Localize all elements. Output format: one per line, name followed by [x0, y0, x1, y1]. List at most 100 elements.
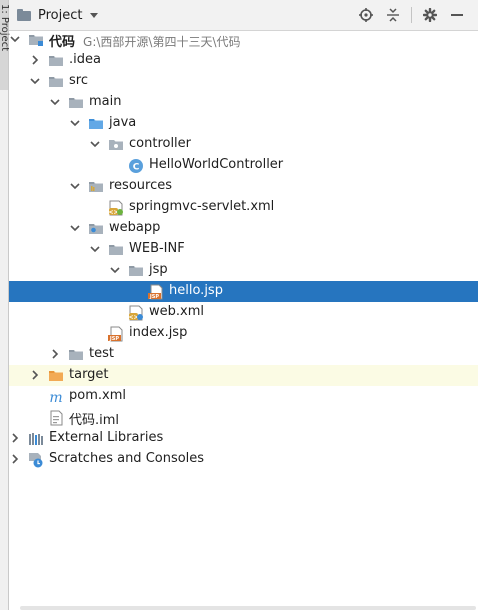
chevron-down-icon[interactable] — [89, 138, 101, 150]
tree-row[interactable]: 代码 G:\西部开源\第四十三天\代码 — [9, 29, 478, 50]
chevron-down-icon[interactable] — [69, 117, 81, 129]
tree-row[interactable]: jsp — [9, 260, 478, 281]
tree-item-label: main — [89, 94, 122, 109]
tree-item-label: jsp — [149, 262, 168, 277]
chevron-down-icon — [90, 12, 99, 18]
locate-file-button[interactable] — [357, 6, 375, 24]
horizontal-scrollbar[interactable] — [20, 606, 476, 610]
folder-blue-icon — [88, 116, 104, 132]
svg-text:C: C — [133, 163, 140, 173]
settings-button[interactable] — [421, 6, 439, 24]
tree-row[interactable]: controller — [9, 134, 478, 155]
web-xml-icon: <> — [128, 305, 144, 321]
minimize-icon — [451, 14, 463, 16]
chevron-down-icon[interactable] — [49, 96, 61, 108]
tree-row[interactable]: JSP hello.jsp — [9, 281, 478, 302]
folder-gray-icon — [48, 74, 64, 90]
tree-item-label: WEB-INF — [129, 241, 185, 256]
tree-row[interactable]: resources — [9, 176, 478, 197]
folder-gray-icon — [68, 347, 84, 363]
collapse-all-button[interactable] — [384, 6, 402, 24]
tree-row[interactable]: src — [9, 71, 478, 92]
chevron-down-icon[interactable] — [9, 33, 21, 45]
tree-row[interactable]: <> springmvc-servlet.xml — [9, 197, 478, 218]
tree-item-label: webapp — [109, 220, 161, 235]
tree-item-label: target — [69, 367, 109, 382]
tree-item-label: springmvc-servlet.xml — [129, 199, 275, 214]
collapse-all-icon — [387, 8, 399, 22]
folder-gray-icon — [128, 263, 144, 279]
tree-item-label: hello.jsp — [169, 283, 223, 298]
tree-row[interactable]: main — [9, 92, 478, 113]
project-view-title: Project — [38, 7, 83, 23]
project-tool-tab[interactable]: 1: Project — [0, 0, 10, 90]
tree-row[interactable]: JSP index.jsp — [9, 323, 478, 344]
folder-gray-icon — [48, 53, 64, 69]
tree-item-label: Scratches and Consoles — [49, 451, 205, 466]
project-view-selector[interactable]: Project — [17, 0, 99, 30]
tree-item-label: index.jsp — [129, 325, 188, 340]
chevron-down-icon[interactable] — [109, 264, 121, 276]
tree-item-label: .idea — [69, 52, 101, 67]
libraries-icon — [28, 431, 44, 447]
tree-item-label: resources — [109, 178, 173, 193]
folder-gray-icon — [108, 242, 124, 258]
tree-row[interactable]: 代码.iml — [9, 407, 478, 428]
chevron-down-icon[interactable] — [29, 75, 41, 87]
tree-item-label: 代码.iml — [69, 413, 120, 428]
spring-xml-icon: <> — [108, 200, 124, 216]
chevron-right-icon[interactable] — [29, 369, 41, 381]
svg-text:<>: <> — [128, 314, 138, 321]
tree-item-label: 代码 — [49, 35, 76, 50]
tree-row[interactable]: m pom.xml — [9, 386, 478, 407]
folder-resources-icon — [88, 179, 104, 195]
svg-text:m: m — [49, 390, 62, 405]
svg-text:JSP: JSP — [149, 294, 159, 300]
tree-item-label: web.xml — [149, 304, 204, 319]
tree-row[interactable]: C HelloWorldController — [9, 155, 478, 176]
tree-row[interactable]: test — [9, 344, 478, 365]
scratches-icon — [28, 452, 44, 468]
chevron-down-icon[interactable] — [89, 243, 101, 255]
tree-row[interactable]: WEB-INF — [9, 239, 478, 260]
chevron-down-icon[interactable] — [69, 222, 81, 234]
folder-web-icon — [88, 221, 104, 237]
tree-item-label: src — [69, 73, 88, 88]
maven-m-icon: m — [48, 389, 64, 406]
tree-row[interactable]: target — [9, 365, 478, 386]
tool-window-strip: 1: Project — [0, 0, 10, 610]
tree-item-label: pom.xml — [69, 388, 126, 403]
tree-row[interactable]: java — [9, 113, 478, 134]
project-folder-icon — [17, 9, 31, 21]
tree-item-label: java — [109, 115, 137, 130]
project-panel-header: Project — [9, 0, 478, 31]
hide-panel-button[interactable] — [448, 6, 466, 24]
svg-text:JSP: JSP — [109, 336, 119, 342]
chevron-right-icon[interactable] — [49, 348, 61, 360]
svg-text:<>: <> — [108, 209, 118, 216]
crosshair-icon — [359, 8, 373, 22]
tree-item-label: test — [89, 346, 114, 361]
iml-file-icon — [48, 410, 64, 426]
jsp-file-icon: JSP — [148, 284, 164, 300]
tree-row[interactable]: <> web.xml — [9, 302, 478, 323]
module-folder-icon — [28, 32, 44, 48]
toolbar-separator — [411, 7, 412, 23]
chevron-right-icon[interactable] — [29, 54, 41, 66]
module-path-hint: G:\西部开源\第四十三天\代码 — [83, 35, 241, 49]
tree-item-label-group: 代码 G:\西部开源\第四十三天\代码 — [49, 31, 241, 50]
tree-row[interactable]: Scratches and Consoles — [9, 449, 478, 470]
tree-row[interactable]: webapp — [9, 218, 478, 239]
jsp-file-icon: JSP — [108, 326, 124, 342]
folder-gray-icon — [68, 95, 84, 111]
tree-row[interactable]: External Libraries — [9, 428, 478, 449]
tree-row[interactable]: .idea — [9, 50, 478, 71]
chevron-down-icon[interactable] — [69, 180, 81, 192]
gear-icon — [423, 8, 437, 22]
chevron-right-icon[interactable] — [9, 432, 21, 444]
panel-toolbar — [348, 0, 466, 30]
tree-item-label: External Libraries — [49, 430, 164, 445]
tree-item-label: HelloWorldController — [149, 157, 284, 172]
tree-item-label: controller — [129, 136, 192, 151]
chevron-right-icon[interactable] — [9, 453, 21, 465]
